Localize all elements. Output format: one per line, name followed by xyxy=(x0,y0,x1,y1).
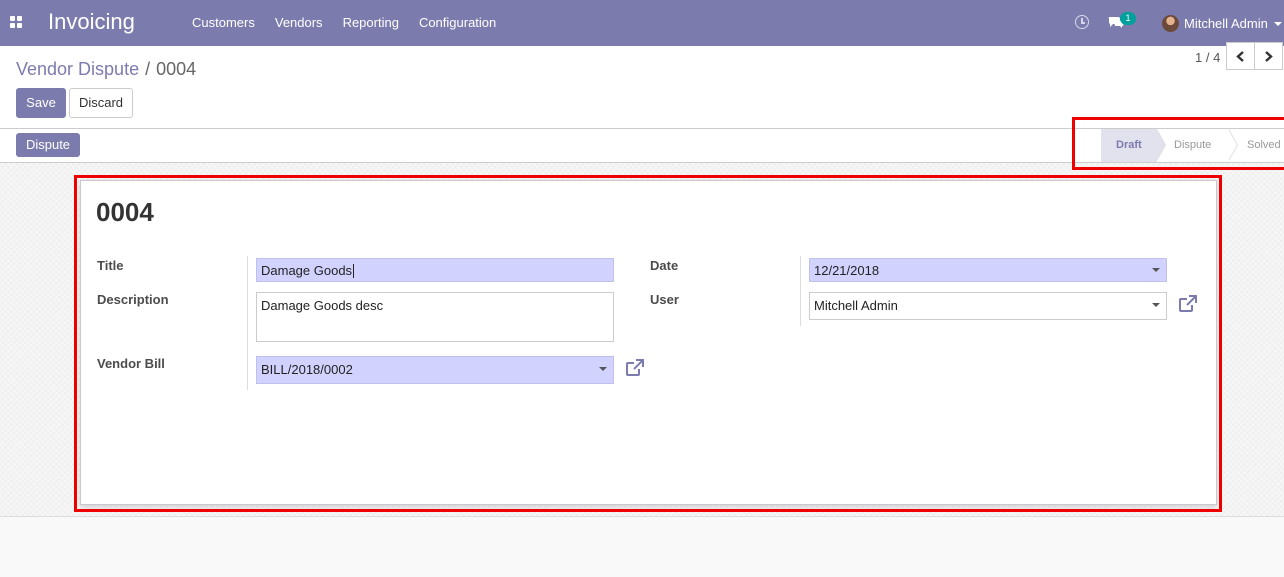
app-title[interactable]: Invoicing xyxy=(48,9,135,35)
user-value: Mitchell Admin xyxy=(814,298,898,313)
stage-draft[interactable]: Draft xyxy=(1101,128,1166,162)
vendor-bill-select[interactable]: BILL/2018/0002 xyxy=(256,356,614,384)
clock-icon[interactable] xyxy=(1075,15,1089,29)
chevron-right-icon xyxy=(1265,51,1273,62)
stage-dispute[interactable]: Dispute xyxy=(1157,128,1238,162)
menu-reporting[interactable]: Reporting xyxy=(333,0,409,46)
chevron-left-icon xyxy=(1236,51,1244,62)
date-value: 12/21/2018 xyxy=(814,263,880,278)
group-divider xyxy=(800,256,801,326)
pager-previous-button[interactable] xyxy=(1226,42,1255,70)
vendor-bill-label: Vendor Bill xyxy=(97,356,165,371)
top-navbar: Invoicing Customers Vendors Reporting Co… xyxy=(0,0,1284,46)
breadcrumb-parent-link[interactable]: Vendor Dispute xyxy=(16,59,139,79)
pager-value[interactable]: 1 / 4 xyxy=(1195,50,1220,65)
title-value: Damage Goods xyxy=(261,263,353,278)
title-input[interactable]: Damage Goods xyxy=(256,258,614,282)
status-bar: Dispute Draft Dispute Solved xyxy=(0,128,1284,163)
status-stages: Draft Dispute Solved xyxy=(1101,128,1284,162)
stage-arrow xyxy=(1156,128,1166,161)
form-sheet xyxy=(80,180,1217,505)
external-link-icon[interactable] xyxy=(625,359,645,379)
date-input[interactable]: 12/21/2018 xyxy=(809,258,1167,282)
description-label: Description xyxy=(97,292,169,307)
avatar xyxy=(1162,14,1179,32)
external-link-icon[interactable] xyxy=(1178,295,1198,315)
pager-next-button[interactable] xyxy=(1254,42,1283,70)
breadcrumb-current: 0004 xyxy=(156,59,197,79)
save-button[interactable]: Save xyxy=(16,88,66,118)
text-cursor xyxy=(353,263,355,278)
caret-down-icon xyxy=(1152,268,1160,272)
breadcrumb: Vendor Dispute /0004 xyxy=(16,59,196,80)
control-panel: Vendor Dispute /0004 Save Discard xyxy=(0,46,1284,129)
chat-count-badge: 1 xyxy=(1120,12,1136,25)
user-select[interactable]: Mitchell Admin xyxy=(809,292,1167,320)
user-menu[interactable]: Mitchell Admin xyxy=(1162,0,1282,46)
caret-down-icon xyxy=(599,367,607,371)
stage-draft-label: Draft xyxy=(1116,139,1142,151)
group-divider xyxy=(247,256,248,390)
stage-dispute-label: Dispute xyxy=(1174,139,1212,151)
main-menu: Customers Vendors Reporting Configuratio… xyxy=(182,0,506,46)
apps-grid-icon[interactable] xyxy=(10,16,22,28)
user-label: User xyxy=(650,292,679,307)
stage-solved-label: Solved xyxy=(1247,139,1281,151)
menu-customers[interactable]: Customers xyxy=(182,0,265,46)
date-label: Date xyxy=(650,258,679,273)
dispute-button[interactable]: Dispute xyxy=(16,133,80,157)
chat-icon[interactable]: 1 xyxy=(1108,12,1138,32)
caret-down-icon xyxy=(1152,303,1160,307)
record-name: 0004 xyxy=(96,197,154,227)
menu-configuration[interactable]: Configuration xyxy=(409,0,506,46)
breadcrumb-separator: / xyxy=(145,59,151,79)
discard-button[interactable]: Discard xyxy=(69,88,133,118)
chevron-down-icon xyxy=(1273,22,1282,26)
description-textarea[interactable]: Damage Goods desc xyxy=(256,292,614,342)
menu-vendors[interactable]: Vendors xyxy=(265,0,333,46)
user-name: Mitchell Admin xyxy=(1184,15,1268,31)
title-label: Title xyxy=(97,258,124,273)
stage-arrow xyxy=(1228,128,1238,161)
vendor-bill-value: BILL/2018/0002 xyxy=(261,362,353,377)
